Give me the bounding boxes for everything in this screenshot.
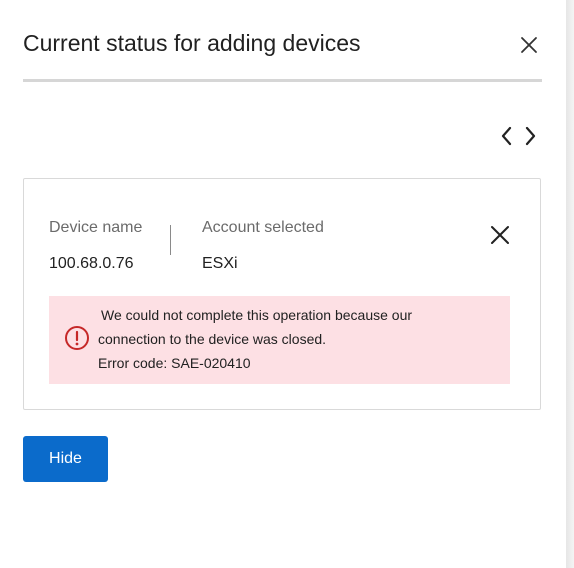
title-divider xyxy=(23,79,542,82)
account-selected-label: Account selected xyxy=(202,219,324,236)
error-message-line-1: We could not complete this operation bec… xyxy=(101,307,413,323)
dismiss-card-close-icon[interactable] xyxy=(486,221,514,249)
error-message-line-2: connection to the device was closed. xyxy=(98,331,327,347)
device-status-card: Device name 100.68.0.76 Account selected… xyxy=(23,178,541,410)
chevron-left-icon[interactable] xyxy=(496,124,518,148)
panel-edge xyxy=(566,0,574,568)
chevron-right-icon[interactable] xyxy=(519,124,541,148)
hide-button[interactable]: Hide xyxy=(23,436,108,482)
device-name-value: 100.68.0.76 xyxy=(49,255,134,272)
account-selected-value: ESXi xyxy=(202,255,238,272)
error-message-box: We could not complete this operation bec… xyxy=(49,296,510,384)
error-exclamation-icon xyxy=(64,325,90,351)
field-separator xyxy=(170,225,171,255)
status-dialog: Current status for adding devices Device… xyxy=(0,0,566,568)
close-icon[interactable] xyxy=(516,32,542,58)
dialog-title: Current status for adding devices xyxy=(23,30,361,56)
device-name-label: Device name xyxy=(49,219,143,236)
error-code: Error code: SAE-020410 xyxy=(98,355,251,371)
